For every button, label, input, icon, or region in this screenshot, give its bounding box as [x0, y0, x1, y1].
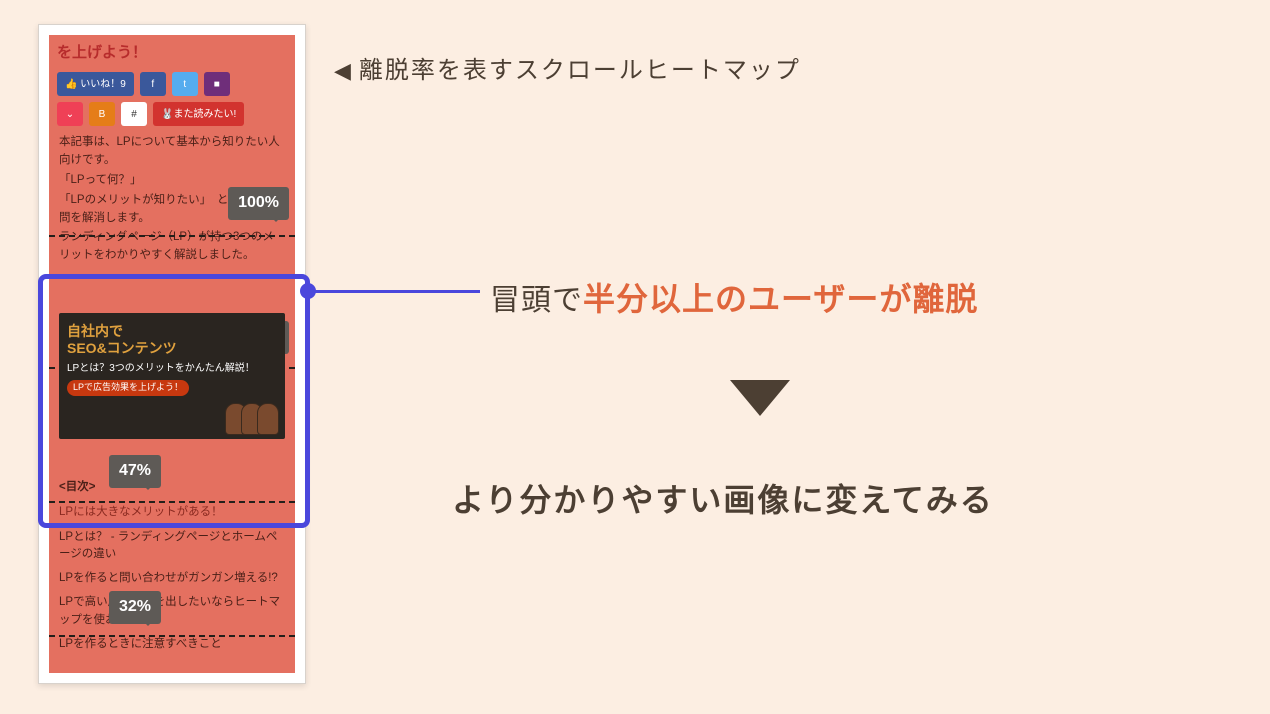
thumb-badge: LPで広告効果を上げよう！ — [67, 380, 189, 396]
thumb-subtitle: LPとは？3つのメリットをかんたん解説！ — [67, 361, 277, 377]
intro-line: 本記事は、LPについて基本から知りたい人向けです。 — [59, 134, 285, 170]
toc-header: <目次> — [59, 479, 285, 497]
people-graphic — [231, 403, 279, 435]
connector-line — [310, 290, 480, 293]
annotation-line-1: 冒頭で半分以上のユーザーが離脱 — [490, 274, 978, 320]
thumb-title-a: 自社内で — [67, 323, 277, 340]
share-row-1: 👍 いいね！9 f t ■ — [49, 68, 295, 98]
article-title: を上げよう！ — [49, 35, 295, 68]
toc-item[interactable]: LPとは？ - ランディングページとホームページの違い — [59, 526, 285, 568]
triangle-left-icon: ◀ — [334, 58, 353, 84]
annotation-line-2: より分かりやすい画像に変えてみる — [452, 475, 994, 521]
scroll-percent-32: 32% — [109, 591, 161, 624]
share-row-2: ⌄ B # 🐰また読みたい! — [49, 98, 295, 128]
bookmark-icon[interactable]: ■ — [204, 72, 230, 96]
toc-item[interactable]: LPで高い広告効果を出したいならヒートマップを使おう！ — [59, 591, 285, 633]
scroll-line — [49, 635, 295, 637]
slack-icon[interactable]: # — [121, 102, 147, 126]
toc-item[interactable]: LPには大きなメリットがある！ — [59, 501, 285, 526]
annotation-prefix: 冒頭で — [490, 284, 583, 317]
table-of-contents: <目次> LPには大きなメリットがある！ LPとは？ - ランディングページとホ… — [59, 479, 285, 657]
toc-item[interactable]: LPを作ると問い合わせがガンガン増える!? — [59, 567, 285, 591]
article-thumbnail: 自社内で SEO&コンテンツ LPとは？3つのメリットをかんたん解説！ LPで広… — [59, 313, 285, 439]
heatmap-screenshot-frame: を上げよう！ 👍 いいね！9 f t ■ ⌄ B # 🐰また読みたい! 本記事は… — [38, 24, 306, 684]
caption-text: 離脱率を表すスクロールヒートマップ — [359, 57, 801, 84]
twitter-icon[interactable]: t — [172, 72, 198, 96]
annotation-emphasis: 半分以上のユーザーが離脱 — [583, 281, 978, 317]
heatmap-content: を上げよう！ 👍 いいね！9 f t ■ ⌄ B # 🐰また読みたい! 本記事は… — [49, 35, 295, 673]
caption-top: ◀離脱率を表すスクロールヒートマップ — [334, 50, 801, 85]
scroll-line — [49, 235, 295, 237]
hatena-icon[interactable]: B — [89, 102, 115, 126]
thumb-title-b: SEO&コンテンツ — [67, 340, 277, 357]
pocket-icon[interactable]: ⌄ — [57, 102, 83, 126]
read-again-button[interactable]: 🐰また読みたい! — [153, 102, 244, 126]
person-icon — [257, 403, 279, 435]
facebook-icon[interactable]: f — [140, 72, 166, 96]
scroll-percent-100: 100% — [228, 187, 289, 220]
facebook-like-button[interactable]: 👍 いいね！9 — [57, 72, 134, 96]
arrow-down-icon — [730, 380, 790, 416]
